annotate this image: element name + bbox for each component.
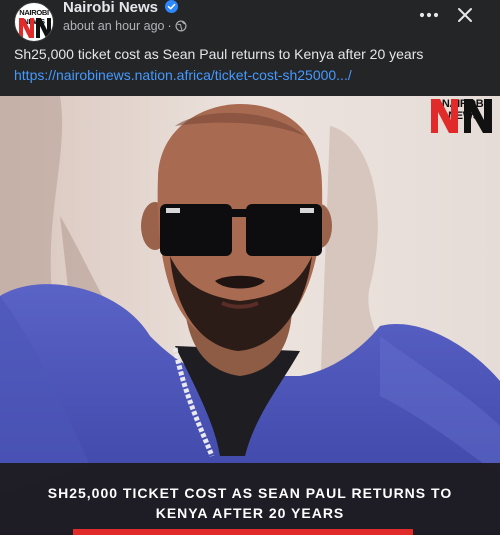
article-link[interactable]: https://nairobinews.nation.africa/ticket…: [14, 67, 352, 83]
post-caption: Sh25,000 ticket cost as Sean Paul return…: [14, 46, 424, 62]
headline-band: SH25,000 TICKET COST AS SEAN PAUL RETURN…: [0, 463, 500, 535]
headline-underline: [73, 529, 413, 535]
globe-icon[interactable]: [175, 20, 187, 32]
page-name-text[interactable]: Nairobi News: [63, 0, 158, 16]
headline: SH25,000 TICKET COST AS SEAN PAUL RETURN…: [47, 485, 453, 521]
page-avatar[interactable]: NAIROBI NEWS: [14, 2, 54, 42]
post-header: NAIROBI NEWS Nairobi News about an hour …: [0, 0, 500, 42]
post-timestamp[interactable]: about an hour ago: [63, 19, 164, 33]
verified-badge-icon: [165, 0, 179, 13]
brand-nn-logo: [431, 99, 492, 133]
meta-separator: ·: [167, 19, 172, 33]
post-photo[interactable]: NAIROBI NEWS SH25,000 TICKET COST AS SEA…: [0, 96, 500, 535]
close-icon: [458, 8, 472, 22]
close-button[interactable]: [454, 4, 476, 26]
more-options-button[interactable]: [418, 4, 440, 26]
brand-logo: NAIROBI NEWS: [430, 98, 498, 148]
post-meta: about an hour ago ·: [63, 19, 187, 33]
more-dots-icon: [419, 12, 439, 18]
avatar-nn-logo: [19, 18, 51, 38]
page-name[interactable]: Nairobi News: [63, 0, 179, 16]
